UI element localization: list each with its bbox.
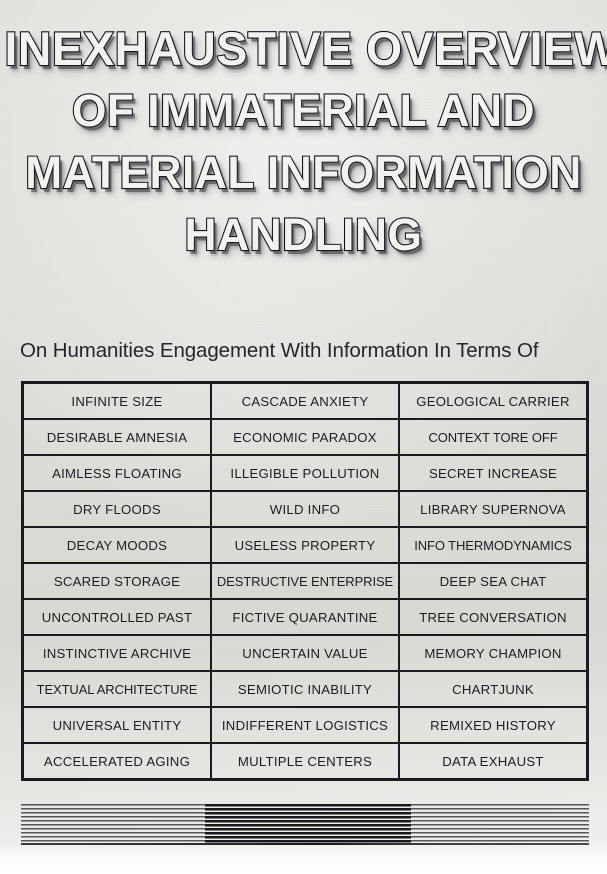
headline-line-2: OF IMMATERIAL AND bbox=[71, 84, 536, 137]
table-row: ACCELERATED AGING MULTIPLE CENTERS DATA … bbox=[24, 744, 586, 778]
table-cell: MULTIPLE CENTERS bbox=[212, 744, 400, 778]
table-cell: UNCONTROLLED PAST bbox=[24, 600, 212, 634]
table-row: INFINITE SIZE CASCADE ANXIETY GEOLOGICAL… bbox=[24, 384, 586, 420]
headline-line-3: MATERIAL INFORMATION bbox=[24, 146, 582, 199]
table-cell: DEEP SEA CHAT bbox=[439, 573, 547, 589]
table-cell: LIBRARY SUPERNOVA bbox=[420, 501, 566, 517]
table-cell: SEMIOTIC INABILITY bbox=[212, 672, 400, 706]
table-cell: INSTINCTIVE ARCHIVE bbox=[24, 636, 212, 670]
stripe-segment-left bbox=[21, 804, 205, 844]
table-cell: DATA EXHAUST bbox=[442, 753, 544, 769]
table-cell: CONTEXT TORE OFF bbox=[428, 429, 558, 445]
paper-bottom-edge bbox=[0, 846, 607, 874]
table-cell: CHARTJUNK bbox=[452, 681, 534, 697]
stripe-segment-right bbox=[411, 804, 589, 844]
stripe-baseline-rule bbox=[21, 843, 589, 845]
table-cell: SECRET INCREASE bbox=[428, 465, 558, 481]
table-row: DECAY MOODS USELESS PROPERTY INFO THERMO… bbox=[24, 528, 586, 564]
table-row: DRY FLOODS WILD INFO LIBRARY SUPERNOVA bbox=[24, 492, 586, 528]
table-cell: USELESS PROPERTY bbox=[212, 528, 400, 562]
table-cell: DECAY MOODS bbox=[24, 528, 212, 562]
table-cell: ILLEGIBLE POLLUTION bbox=[212, 456, 400, 490]
table-cell: SCARED STORAGE bbox=[24, 564, 212, 598]
table-cell: FICTIVE QUARANTINE bbox=[212, 600, 400, 634]
poster-subtitle: On Humanities Engagement With Informatio… bbox=[20, 339, 539, 362]
table-row: UNIVERSAL ENTITY INDIFFERENT LOGISTICS R… bbox=[24, 708, 586, 744]
table-cell: CASCADE ANXIETY bbox=[212, 384, 400, 418]
table-cell: DESIRABLE AMNESIA bbox=[24, 420, 212, 454]
terms-table: INFINITE SIZE CASCADE ANXIETY GEOLOGICAL… bbox=[21, 381, 589, 781]
table-cell: UNCERTAIN VALUE bbox=[212, 636, 400, 670]
table-row: UNCONTROLLED PAST FICTIVE QUARANTINE TRE… bbox=[24, 600, 586, 636]
poster-headline: INEXHAUSTIVE OVERVIEW OF IMMATERIAL AND … bbox=[0, 18, 607, 266]
table-cell: MEMORY CHAMPION bbox=[424, 645, 562, 661]
headline-line-1: INEXHAUSTIVE OVERVIEW bbox=[3, 21, 607, 76]
stripe-segment-center bbox=[205, 804, 411, 844]
table-cell: WILD INFO bbox=[212, 492, 400, 526]
table-row: SCARED STORAGE DESTRUCTIVE ENTERPRISE DE… bbox=[24, 564, 586, 600]
table-row: AIMLESS FLOATING ILLEGIBLE POLLUTION SEC… bbox=[24, 456, 586, 492]
poster-sheet: INEXHAUSTIVE OVERVIEW OF IMMATERIAL AND … bbox=[0, 0, 607, 874]
table-row: TEXTUAL ARCHITECTURE SEMIOTIC INABILITY … bbox=[24, 672, 586, 708]
footer-stripe-bar bbox=[21, 804, 589, 844]
headline-line-4: HANDLING bbox=[183, 208, 423, 261]
table-cell: INDIFFERENT LOGISTICS bbox=[212, 708, 400, 742]
table-cell: AIMLESS FLOATING bbox=[24, 456, 212, 490]
table-cell: DESTRUCTIVE ENTERPRISE bbox=[212, 564, 400, 598]
table-cell: TEXTUAL ARCHITECTURE bbox=[24, 672, 212, 706]
table-cell: ECONOMIC PARADOX bbox=[212, 420, 400, 454]
table-cell: UNIVERSAL ENTITY bbox=[24, 708, 212, 742]
table-cell: ACCELERATED AGING bbox=[24, 744, 212, 778]
table-cell: GEOLOGICAL CARRIER bbox=[416, 393, 570, 409]
table-cell: INFINITE SIZE bbox=[24, 384, 212, 418]
table-row: DESIRABLE AMNESIA ECONOMIC PARADOX CONTE… bbox=[24, 420, 586, 456]
table-cell: REMIXED HISTORY bbox=[430, 717, 556, 733]
table-cell: DRY FLOODS bbox=[24, 492, 212, 526]
table-cell: INFO THERMODYNAMICS bbox=[414, 537, 572, 553]
table-row: INSTINCTIVE ARCHIVE UNCERTAIN VALUE MEMO… bbox=[24, 636, 586, 672]
table-cell: TREE CONVERSATION bbox=[419, 609, 567, 625]
